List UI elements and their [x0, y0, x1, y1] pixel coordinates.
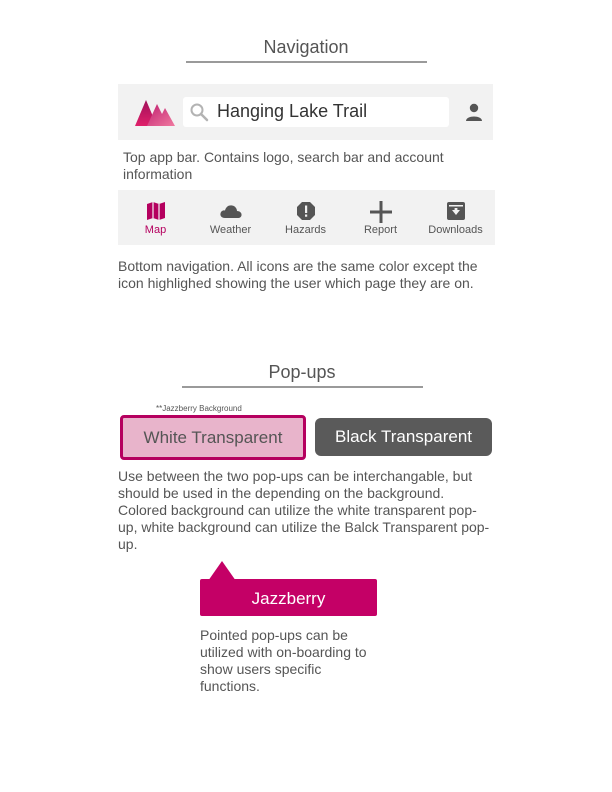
nav-item-hazards[interactable]: Hazards — [268, 190, 343, 245]
cloud-icon — [219, 205, 242, 218]
nav-item-downloads[interactable]: Downloads — [418, 190, 493, 245]
mountain-logo-icon[interactable] — [135, 98, 175, 126]
nav-label-weather: Weather — [209, 224, 252, 236]
nav-item-map[interactable]: Map — [118, 190, 193, 245]
alert-icon — [296, 202, 315, 220]
popups-title: Pop-ups — [268, 362, 336, 382]
nav-label-report: Report — [363, 224, 398, 236]
navigation-title-rule — [186, 61, 427, 63]
nav-label-downloads: Downloads — [428, 224, 483, 236]
navigation-title: Navigation — [263, 37, 349, 57]
map-icon — [146, 202, 165, 220]
nav-item-report[interactable]: Report — [343, 190, 418, 245]
top-app-bar: Hanging Lake Trail — [118, 84, 493, 140]
popups-title-rule — [182, 386, 423, 388]
popup-pointer — [208, 561, 236, 581]
search-icon[interactable] — [189, 102, 209, 122]
account-icon[interactable] — [464, 102, 484, 122]
search-input[interactable]: Hanging Lake Trail — [217, 101, 367, 122]
background-note: **Jazzberry Background — [156, 404, 242, 413]
black-transparent-popup[interactable]: Black Transparent — [315, 418, 492, 456]
popups-caption: Use between the two pop-ups can be inter… — [118, 468, 490, 552]
app-bar-caption: Top app bar. Contains logo, search bar a… — [123, 149, 444, 182]
download-box-icon — [446, 202, 465, 220]
plus-icon — [369, 201, 392, 223]
nav-label-hazards: Hazards — [285, 224, 326, 236]
pointed-popup-caption: Pointed pop-ups can be utilized with on-… — [200, 627, 367, 694]
bottom-nav-caption: Bottom navigation. All icons are the sam… — [118, 258, 478, 291]
white-transparent-popup[interactable]: White Transparent — [120, 415, 306, 460]
search-bar[interactable]: Hanging Lake Trail — [183, 97, 449, 127]
jazzberry-pointed-popup[interactable]: Jazzberry — [200, 579, 377, 616]
bottom-navigation: Map Weather Hazards Report Downloads — [118, 190, 495, 245]
nav-item-weather[interactable]: Weather — [193, 190, 268, 245]
nav-label-map: Map — [144, 224, 167, 236]
